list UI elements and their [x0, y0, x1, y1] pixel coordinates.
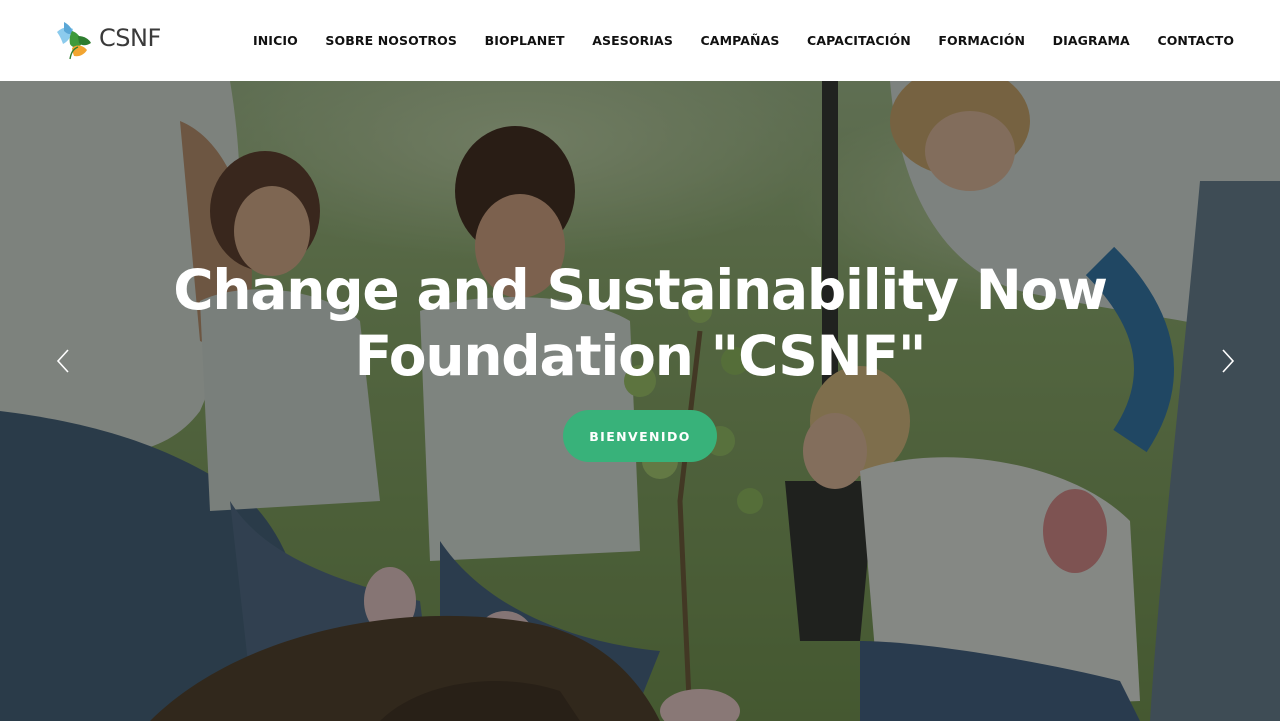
chevron-left-icon: [56, 349, 69, 373]
main-nav: INICIO SOBRE NOSOTROS BIOPLANET ASESORIA…: [239, 26, 1248, 54]
chevron-right-icon: [1222, 349, 1235, 373]
hero-title-line-2: Foundation "CSNF": [354, 324, 927, 388]
hero-slider: Change and Sustainability Now Foundation…: [0, 81, 1280, 721]
nav-item-formacion[interactable]: FORMACIÓN: [925, 27, 1039, 54]
slider-next-button[interactable]: [1213, 346, 1243, 376]
nav-item-capacitacion[interactable]: CAPACITACIÓN: [793, 27, 924, 54]
hero-dark-overlay: [0, 81, 1280, 721]
nav-item-bioplanet[interactable]: BIOPLANET: [471, 27, 579, 54]
nav-item-sobre-nosotros[interactable]: SOBRE NOSOTROS: [312, 27, 471, 54]
hero-title: Change and Sustainability Now Foundation…: [150, 257, 1130, 389]
leaf-logo-icon: [57, 22, 91, 60]
nav-item-contacto[interactable]: CONTACTO: [1144, 27, 1248, 54]
nav-item-diagrama[interactable]: DIAGRAMA: [1039, 27, 1144, 54]
nav-item-asesorias[interactable]: ASESORIAS: [578, 27, 686, 54]
nav-item-campanas[interactable]: CAMPAÑAS: [687, 27, 794, 54]
slider-prev-button[interactable]: [48, 346, 78, 376]
brand-name: CSNF: [99, 24, 161, 52]
nav-item-inicio[interactable]: INICIO: [239, 27, 312, 54]
hero-title-line-1: Change and Sustainability Now: [173, 258, 1108, 322]
bienvenido-button[interactable]: BIENVENIDO: [563, 410, 717, 462]
site-header: CSNF INICIO SOBRE NOSOTROS BIOPLANET ASE…: [0, 0, 1280, 81]
logo-link[interactable]: CSNF: [54, 18, 161, 62]
